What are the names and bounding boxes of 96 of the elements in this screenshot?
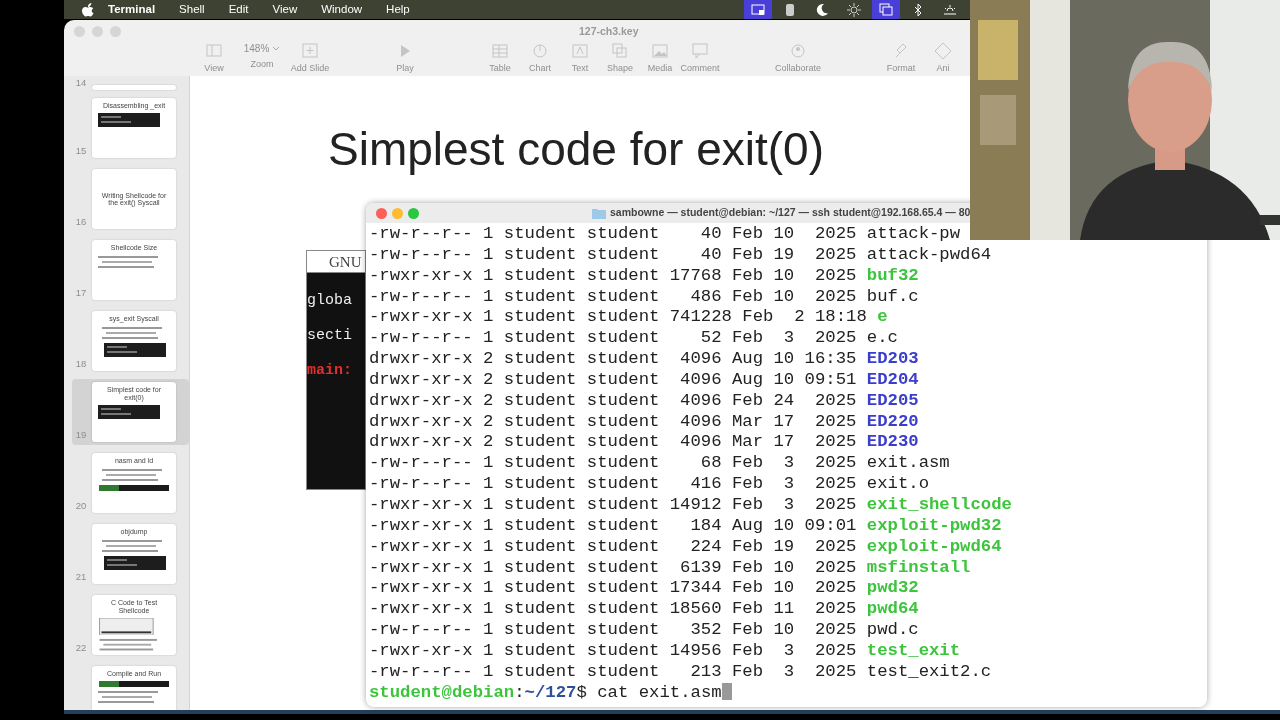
moon-icon[interactable] <box>815 2 829 17</box>
file-name: e <box>877 307 888 327</box>
shape-icon <box>611 42 629 60</box>
slide-number: 16 <box>74 215 88 229</box>
menu-item[interactable]: Terminal <box>108 0 168 19</box>
table-icon <box>491 42 509 60</box>
file-info: -rwxr-xr-x 1 student student 17344 Feb 10 2025 <box>369 578 858 598</box>
file-info: drwxr-xr-x 2 student student 4096 Mar 17 2025 <box>369 411 858 431</box>
file-info: drwxr-xr-x 2 student student 4096 Aug 10 16:35 <box>369 349 858 369</box>
slide-content-drawing <box>99 680 169 687</box>
slide-number: 18 <box>74 357 88 371</box>
slide-number: 15 <box>74 144 88 158</box>
file-info: drwxr-xr-x 2 student student 4096 Mar 17 2025 <box>369 432 858 452</box>
status-item[interactable] <box>744 0 772 19</box>
file-name: buf.c <box>866 286 919 306</box>
file-info: -rw-r--r-- 1 student student 40 Feb 19 2025 <box>369 244 858 264</box>
file-info: -rwxr-xr-x 1 student student 184 Aug 10 09:01 <box>369 515 858 535</box>
file-name: pwd.c <box>866 620 919 640</box>
window-control[interactable] <box>376 207 387 219</box>
add-icon <box>301 42 319 60</box>
menu-item[interactable]: Shell <box>167 0 217 19</box>
file-info: drwxr-xr-x 2 student student 4096 Feb 24 2025 <box>369 390 858 410</box>
prompt-symbol: $ <box>576 682 588 702</box>
slide-number: 19 <box>74 428 88 442</box>
command-text: cat exit.asm <box>597 682 722 702</box>
menu-item[interactable]: View <box>260 0 310 19</box>
prompt-path: ~/127 <box>524 682 577 702</box>
folder-icon <box>592 207 606 219</box>
code-header: GNU <box>307 251 365 273</box>
file-name: test_exit2.c <box>866 661 992 681</box>
file-name: ED203 <box>866 349 919 369</box>
file-info: -rwxr-xr-x 1 student student 6139 Feb 10 2025 <box>369 557 858 577</box>
file-name: exploit-pwd32 <box>866 515 1002 535</box>
menu-item[interactable]: Help <box>374 0 422 19</box>
window-title: 127-ch3.key <box>579 24 639 39</box>
file-name: pwd32 <box>866 578 919 598</box>
code-line: globa <box>307 293 353 308</box>
file-name: pwd64 <box>866 599 919 619</box>
file-info: -rwxr-xr-x 1 student student 741228 Feb 2 18:18 <box>369 307 868 327</box>
file-name: test_exit <box>866 640 961 660</box>
file-name: ED204 <box>866 369 919 389</box>
file-info: -rw-r--r-- 1 student student 52 Feb 3 2025 <box>369 328 858 348</box>
file-name: exit.o <box>866 474 929 494</box>
code-line: secti <box>307 328 353 343</box>
file-name: exploit-pwd64 <box>866 536 1002 556</box>
file-info: -rw-r--r-- 1 student student 352 Feb 10 2025 <box>369 620 858 640</box>
file-name: msfinstall <box>866 557 971 577</box>
windows-icon[interactable] <box>879 2 893 17</box>
file-info: -rwxr-xr-x 1 student student 14956 Feb 3 2025 <box>369 640 858 660</box>
file-info: -rw-r--r-- 1 student student 40 Feb 10 2025 <box>369 224 858 243</box>
slide-number: 20 <box>74 499 88 513</box>
file-info: -rw-r--r-- 1 student student 213 Feb 3 2025 <box>369 661 858 681</box>
person-icon <box>789 42 807 60</box>
file-name: buf32 <box>866 265 919 285</box>
sunrise-icon[interactable] <box>943 2 957 17</box>
image-icon <box>651 42 669 60</box>
file-name: attack-pw <box>866 224 961 243</box>
file-info: drwxr-xr-x 2 student student 4096 Aug 10 09:51 <box>369 369 858 389</box>
slide-thumbnail[interactable] <box>92 85 176 91</box>
app-icon[interactable] <box>783 2 797 17</box>
file-name: attack-pwd64 <box>866 244 992 264</box>
file-info: -rwxr-xr-x 1 student student 18560 Feb 11 2025 <box>369 599 858 619</box>
file-info: -rwxr-xr-x 1 student student 17768 Feb 10 2025 <box>369 265 858 285</box>
menu-item[interactable]: Edit <box>216 0 261 19</box>
prompt-user: student@debian <box>369 682 515 702</box>
file-name: ED220 <box>866 411 919 431</box>
slide-title: Simplest code for exit(0) <box>328 122 824 177</box>
file-info: -rw-r--r-- 1 student student 68 Feb 3 2025 <box>369 453 858 473</box>
menu-item[interactable]: Window <box>309 0 375 19</box>
window-title: sambowne — student@debian: ~/127 — ssh student@192.168.65.4 — 80 <box>610 205 971 221</box>
text-cursor <box>721 682 732 700</box>
text-icon <box>571 42 589 60</box>
slide-number: 17 <box>74 286 88 300</box>
file-info: -rw-r--r-- 1 student student 416 Feb 3 2025 <box>369 474 858 494</box>
file-name: ED205 <box>866 390 919 410</box>
code-line: main: <box>307 363 353 378</box>
screen-share-icon[interactable] <box>751 2 765 17</box>
slide-content-drawing <box>99 484 169 491</box>
sun-icon[interactable] <box>847 2 861 17</box>
slide-number: 14 <box>74 76 88 90</box>
file-info: -rwxr-xr-x 1 student student 14912 Feb 3 2025 <box>369 494 858 514</box>
status-item[interactable] <box>872 0 900 19</box>
diamond-icon <box>934 42 953 60</box>
prompt-separator: : <box>514 682 525 702</box>
file-info: -rwxr-xr-x 1 student student 224 Feb 19 2025 <box>369 536 858 556</box>
apple-logo-icon[interactable] <box>82 2 94 17</box>
slide-number: 22 <box>74 641 88 655</box>
file-info: -rw-r--r-- 1 student student 486 Feb 10 2025 <box>369 286 858 306</box>
sidebar-icon <box>205 42 223 60</box>
slide-number: 21 <box>74 570 88 584</box>
chart-icon <box>531 42 549 60</box>
comment-icon <box>691 42 709 60</box>
file-name: ED230 <box>866 432 919 452</box>
file-name: exit.asm <box>866 453 950 473</box>
file-name: exit_shellcode <box>866 494 1012 514</box>
file-name: e.c <box>866 328 898 348</box>
